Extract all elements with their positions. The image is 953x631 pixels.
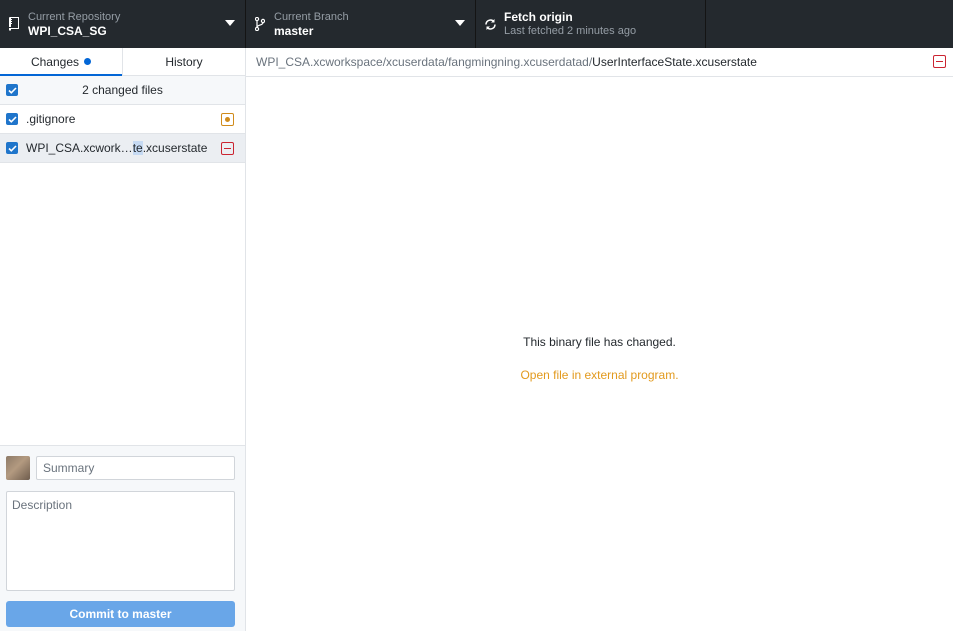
modified-status-icon — [221, 113, 234, 126]
open-external-link[interactable]: Open file in external program. — [246, 368, 953, 382]
sidebar-tabs: Changes History — [0, 48, 245, 76]
summary-input[interactable] — [36, 456, 235, 480]
repository-name: WPI_CSA_SG — [28, 24, 107, 38]
current-repository-button[interactable]: Current Repository WPI_CSA_SG — [0, 0, 246, 48]
file-path-directory: WPI_CSA.xcworkspace/xcuserdata/fangmingn… — [256, 55, 593, 69]
sync-icon — [476, 18, 504, 31]
repo-icon — [0, 17, 28, 31]
chevron-down-icon — [225, 20, 235, 26]
changed-files-count: 2 changed files — [82, 83, 163, 97]
repository-caption: Current Repository — [28, 11, 121, 23]
file-path-bar: WPI_CSA.xcworkspace/xcuserdata/fangmingn… — [246, 48, 953, 77]
tab-changes-label: Changes — [30, 54, 80, 69]
branch-name: master — [274, 24, 314, 38]
file-checkbox[interactable] — [6, 142, 18, 154]
diff-panel: WPI_CSA.xcworkspace/xcuserdata/fangmingn… — [246, 48, 953, 631]
changes-header: 2 changed files — [0, 76, 245, 105]
commit-panel: Commit to master — [0, 445, 245, 631]
toolbar: Current Repository WPI_CSA_SG Current Br… — [0, 0, 953, 48]
file-checkbox[interactable] — [6, 113, 18, 125]
deleted-status-icon — [933, 55, 946, 68]
fetch-origin-button[interactable]: Fetch origin Last fetched 2 minutes ago — [476, 0, 706, 48]
tab-history-label: History — [165, 54, 203, 69]
avatar — [6, 456, 30, 480]
fetch-title: Fetch origin — [504, 10, 573, 24]
chevron-down-icon — [455, 20, 465, 26]
deleted-status-icon — [221, 142, 234, 155]
branch-caption: Current Branch — [274, 11, 349, 23]
sidebar: Changes History 2 changed files .gitigno… — [0, 48, 246, 631]
file-row-gitignore[interactable]: .gitignore — [0, 105, 245, 134]
changes-indicator-dot — [84, 58, 92, 65]
last-fetched-text: Last fetched 2 minutes ago — [504, 25, 637, 37]
file-row-xcuserstate[interactable]: WPI_CSA.xcwork…te.xcuserstate — [0, 134, 245, 163]
commit-button[interactable]: Commit to master — [6, 601, 235, 627]
git-branch-icon — [246, 17, 274, 31]
current-branch-button[interactable]: Current Branch master — [246, 0, 476, 48]
tab-history[interactable]: History — [122, 48, 245, 75]
file-name: WPI_CSA.xcwork…te.xcuserstate — [26, 141, 208, 155]
binary-file-message: This binary file has changed. — [523, 335, 676, 349]
file-name: .gitignore — [26, 112, 76, 126]
description-input[interactable] — [6, 491, 235, 591]
file-path-name: UserInterfaceState.xcuserstate — [592, 55, 757, 69]
tab-changes[interactable]: Changes — [0, 48, 122, 76]
